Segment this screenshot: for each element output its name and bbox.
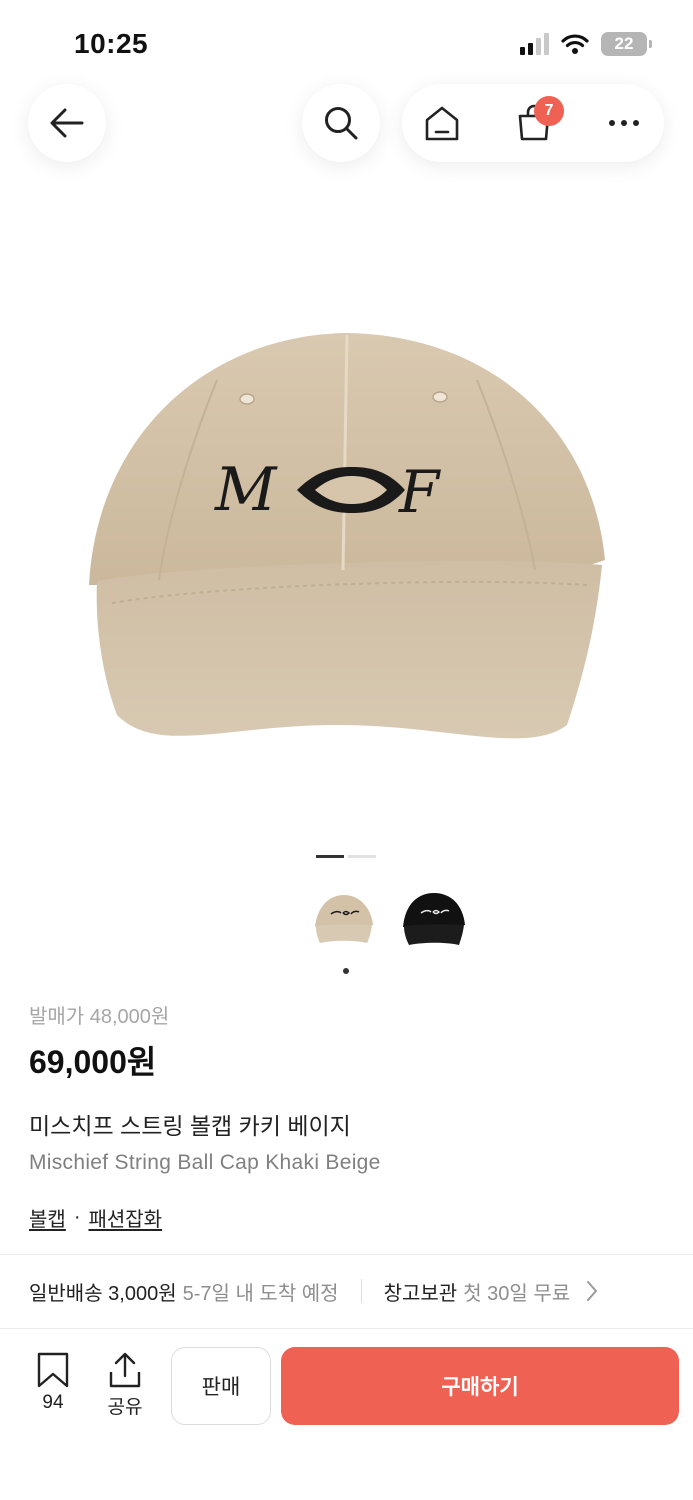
category-breadcrumb: 볼캡 · 패션잡화 <box>29 1203 669 1232</box>
bookmark-icon <box>37 1352 69 1388</box>
selected-thumbnail-dot <box>343 968 349 974</box>
share-label: 공유 <box>107 1397 143 1418</box>
storage-sub: 첫 30일 무료 <box>463 1282 571 1305</box>
release-price: 발매가 48,000원 <box>29 1006 170 1028</box>
sell-button[interactable]: 판매 <box>171 1347 271 1425</box>
battery-icon: 22 <box>601 32 652 56</box>
khaki-cap-thumbnail <box>315 895 373 943</box>
status-bar: 10:25 22 <box>0 0 693 80</box>
black-cap-thumbnail <box>403 893 465 945</box>
thumbnail-black[interactable] <box>400 880 468 958</box>
arrow-left-icon <box>50 108 84 138</box>
color-options <box>310 880 468 958</box>
search-button[interactable] <box>302 84 380 162</box>
status-icons: 22 <box>520 32 652 56</box>
svg-text:F: F <box>398 458 441 526</box>
product-name-en: Mischief String Ball Cap Khaki Beige <box>29 1151 381 1174</box>
image-pager <box>316 855 376 858</box>
category-separator: · <box>73 1206 81 1228</box>
cart-count-badge: 7 <box>534 96 564 126</box>
shipping-separator <box>360 1279 362 1303</box>
product-name-ko: 미스치프 스트링 볼캡 카키 베이지 <box>29 1113 351 1139</box>
home-icon <box>425 106 459 141</box>
wifi-icon <box>561 34 589 54</box>
category-link-ballcap[interactable]: 볼캡 <box>29 1203 66 1232</box>
shipping-eta: 5-7일 내 도착 예정 <box>182 1282 339 1305</box>
pager-indicator <box>348 855 376 858</box>
category-link-fashion-goods[interactable]: 패션잡화 <box>88 1203 162 1232</box>
more-button[interactable] <box>584 84 664 162</box>
more-horizontal-icon <box>609 120 639 126</box>
bottom-action-bar: 94 공유 판매 구매하기 <box>0 1330 693 1500</box>
thumbnail-khaki[interactable] <box>310 880 378 958</box>
divider <box>0 1328 693 1329</box>
back-button[interactable] <box>28 84 106 162</box>
pager-indicator-active <box>316 855 344 858</box>
product-image[interactable]: M F <box>0 200 693 840</box>
top-nav: 7 <box>0 84 693 162</box>
shipping-options[interactable]: 일반배송 3,000원 5-7일 내 도착 예정 창고보관 첫 30일 무료 <box>29 1276 669 1306</box>
shipping-label: 일반배송 3,000원 <box>29 1282 177 1305</box>
cart-button[interactable] <box>494 84 574 162</box>
signal-icon <box>520 33 549 55</box>
home-button[interactable] <box>402 84 482 162</box>
buy-button[interactable]: 구매하기 <box>281 1347 679 1425</box>
product-price: 69,000원 <box>29 1044 157 1080</box>
khaki-cap-image: M F <box>88 333 605 739</box>
share-icon <box>109 1352 141 1388</box>
svg-text:M: M <box>214 455 278 525</box>
chevron-right-icon <box>587 1281 598 1301</box>
product-info: 발매가 48,000원 69,000원 미스치프 스트링 볼캡 카키 베이지 M… <box>29 1000 669 1232</box>
divider <box>0 1254 693 1255</box>
storage-label: 창고보관 <box>383 1282 458 1305</box>
share-button[interactable]: 공유 <box>95 1352 155 1419</box>
status-time: 10:25 <box>74 28 149 59</box>
nav-action-group: 7 <box>402 84 664 162</box>
bookmark-count: 94 <box>42 1392 64 1413</box>
search-icon <box>325 107 358 140</box>
bookmark-button[interactable]: 94 <box>23 1352 83 1414</box>
